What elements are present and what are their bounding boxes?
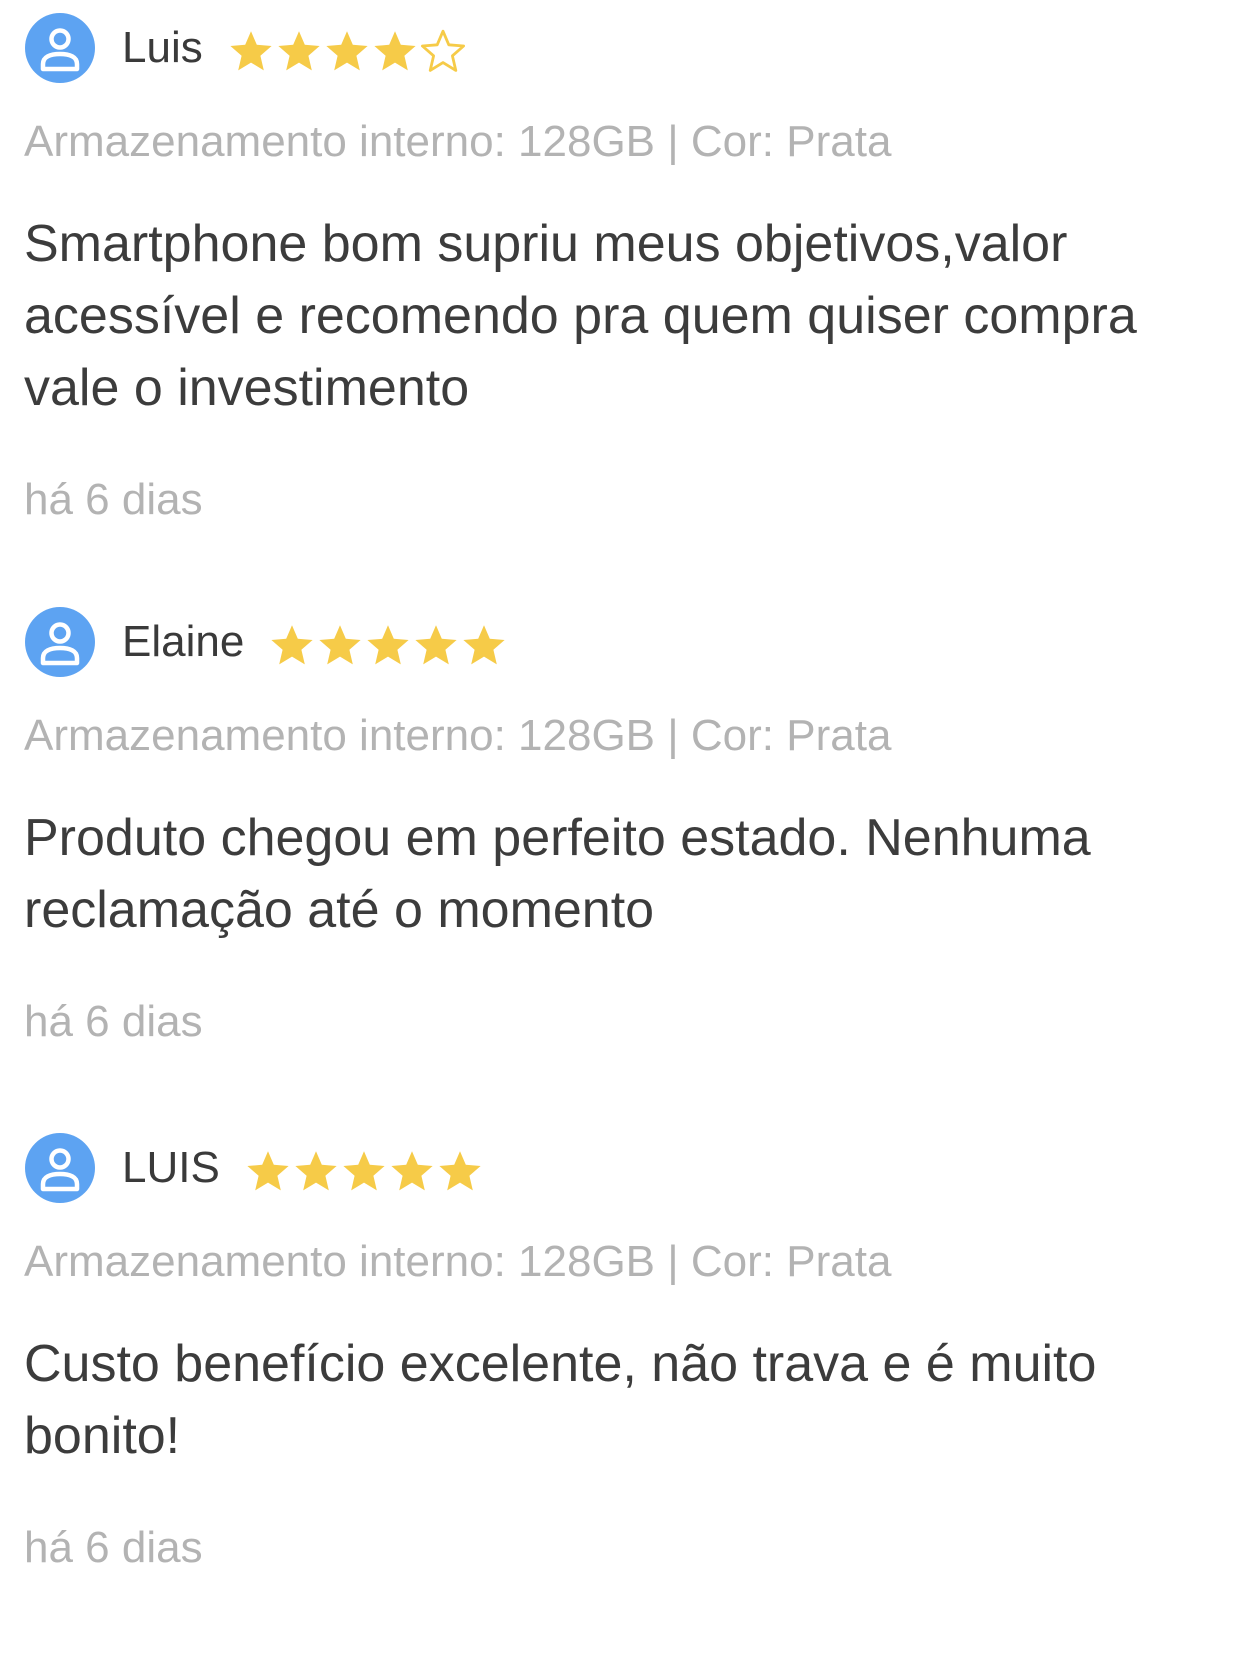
- user-avatar-icon: [25, 13, 95, 83]
- review-date: há 6 dias: [24, 475, 203, 524]
- star-filled-icon: [326, 31, 368, 71]
- review-text-line: bonito!: [24, 1407, 181, 1465]
- star-outline-icon: [420, 29, 465, 72]
- reviewer-name: Elaine: [122, 617, 245, 666]
- review-card: Luis Armazenamento interno: 128GB | Cor:…: [24, 12, 1218, 530]
- review-text-line: vale o investimento: [24, 359, 470, 417]
- star-filled-icon: [415, 625, 457, 665]
- review-header: Luis: [24, 12, 1218, 84]
- review-header: Elaine: [24, 606, 1218, 678]
- review-card: LUIS Armazenamento interno: 128GB | Cor:…: [24, 1132, 1218, 1578]
- star-filled-icon: [343, 1151, 385, 1191]
- reviewer-name: LUIS: [122, 1143, 220, 1192]
- star-filled-icon: [463, 625, 505, 665]
- star-filled-icon: [230, 31, 272, 71]
- review-text: Smartphone bom supriu meus objetivos,val…: [24, 208, 1218, 424]
- star-filled-icon: [374, 31, 416, 71]
- review-text: Produto chegou em perfeito estado. Nenhu…: [24, 802, 1218, 946]
- star-filled-icon: [367, 625, 409, 665]
- review-header: LUIS: [24, 1132, 1218, 1204]
- star-filled-icon: [271, 625, 313, 665]
- star-filled-icon: [247, 1151, 289, 1191]
- review-text-line: Produto chegou em perfeito estado. Nenhu…: [24, 809, 1091, 867]
- user-avatar-icon: [25, 607, 95, 677]
- review-text-line: Custo benefício excelente, não trava e é…: [24, 1335, 1097, 1393]
- review-date: há 6 dias: [24, 1523, 203, 1572]
- star-filled-icon: [439, 1151, 481, 1191]
- review-date: há 6 dias: [24, 997, 203, 1046]
- star-filled-icon: [319, 625, 361, 665]
- review-text-line: Smartphone bom supriu meus objetivos,val…: [24, 215, 1068, 273]
- reviewer-name: Luis: [122, 23, 203, 72]
- product-variant: Armazenamento interno: 128GB | Cor: Prat…: [24, 117, 892, 166]
- review-text: Custo benefício excelente, não trava e é…: [24, 1328, 1218, 1472]
- star-filled-icon: [295, 1151, 337, 1191]
- product-variant: Armazenamento interno: 128GB | Cor: Prat…: [24, 1237, 892, 1286]
- review-card: Elaine Armazenamento interno: 128GB | Co…: [24, 606, 1218, 1052]
- star-rating: [244, 1148, 484, 1194]
- user-avatar-icon: [25, 1133, 95, 1203]
- star-rating: [268, 622, 508, 668]
- star-filled-icon: [278, 31, 320, 71]
- review-text-line: reclamação até o momento: [24, 881, 655, 939]
- review-text-line: acessível e recomendo pra quem quiser co…: [24, 287, 1137, 345]
- star-rating: [227, 28, 467, 74]
- product-variant: Armazenamento interno: 128GB | Cor: Prat…: [24, 711, 892, 760]
- star-filled-icon: [391, 1151, 433, 1191]
